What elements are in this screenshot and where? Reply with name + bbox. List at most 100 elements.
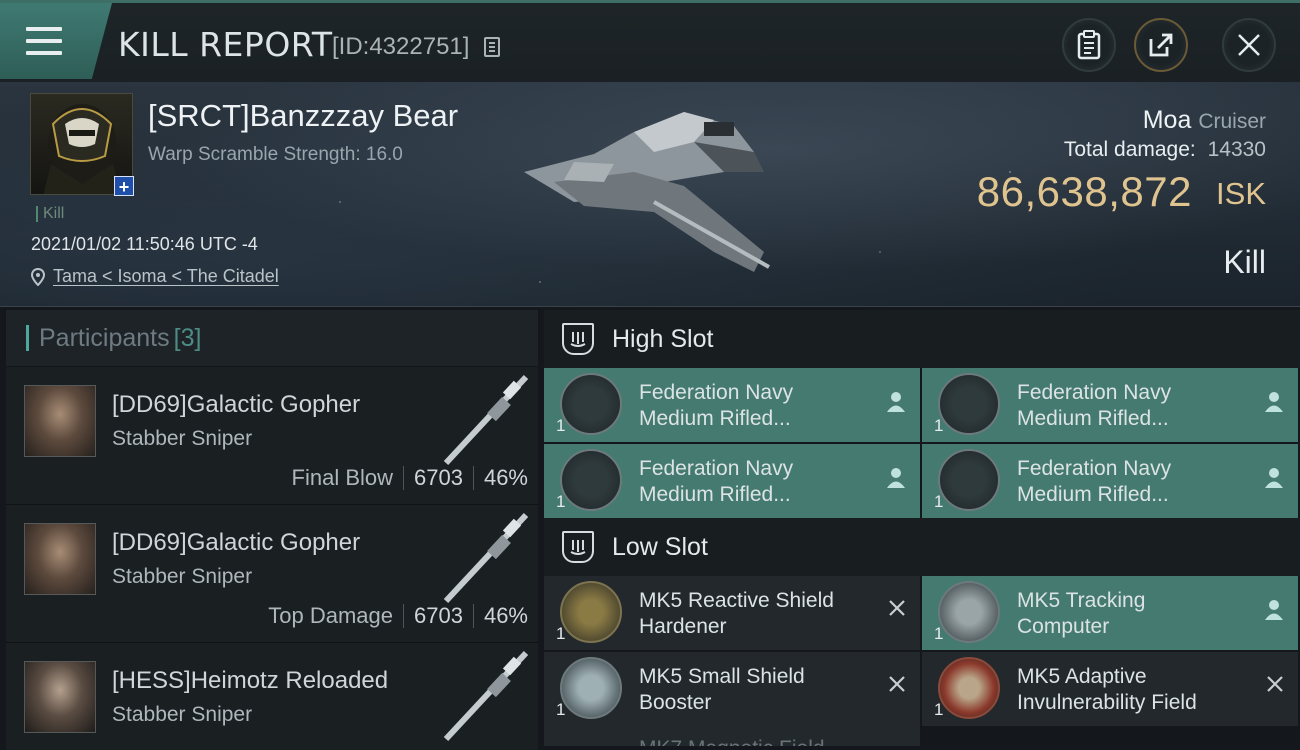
location-link[interactable]: Tama < Isoma < The Citadel: [53, 266, 279, 287]
participant-name: [DD69]Galactic Gopher: [112, 391, 361, 418]
copy-icon[interactable]: [484, 37, 500, 57]
shield-hardener-icon: [560, 581, 622, 643]
turret-icon: [938, 449, 1000, 511]
victim-name[interactable]: [SRCT]Banzzzay Bear: [148, 98, 458, 134]
warp-scramble-strength: Warp Scramble Strength: 16.0: [148, 144, 403, 165]
participants-header: Participants [3]: [6, 310, 538, 367]
ship-class: Cruiser: [1198, 110, 1266, 133]
top-bar: KILL REPORT [ID:4322751]: [0, 0, 1300, 82]
participant-stats: Top Damage 6703 46%: [268, 603, 528, 629]
destroyed-x-icon: [1267, 676, 1283, 692]
dropped-person-icon: [1265, 600, 1283, 620]
module-name: Federation Navy Medium Rifled...: [1017, 381, 1172, 430]
ship-render: [524, 112, 770, 272]
header-accent-bar: [26, 325, 29, 351]
module-item[interactable]: 1 MK5 Tracking Computer: [922, 576, 1298, 650]
clipboard-icon: [1077, 30, 1101, 60]
tracking-computer-icon: [938, 581, 1000, 643]
module-qty: 1: [556, 700, 566, 719]
shield-booster-icon: [560, 657, 622, 719]
participant-row[interactable]: [DD69]Galactic Gopher Stabber Sniper Fin…: [6, 367, 538, 505]
dropped-person-icon: [887, 468, 905, 488]
module-item-partial[interactable]: MK7 Magnetic Field: [544, 726, 920, 746]
module-item[interactable]: 1 Federation Navy Medium Rifled...: [544, 368, 920, 442]
isk-unit: ISK: [1216, 176, 1266, 211]
dropped-person-icon: [887, 392, 905, 412]
kill-datetime: 2021/01/02 11:50:46 UTC -4: [31, 234, 258, 254]
module-qty: 1: [934, 416, 944, 435]
module-qty: 1: [934, 700, 944, 719]
participant-avatar[interactable]: [24, 661, 96, 733]
result-label: Kill: [1223, 244, 1266, 280]
module-item[interactable]: 1 MK5 Reactive Shield Hardener: [544, 576, 920, 650]
module-qty: 1: [934, 492, 944, 511]
victim-banner: + [SRCT]Banzzzay Bear Warp Scramble Stre…: [0, 82, 1300, 307]
module-qty: 1: [556, 416, 566, 435]
module-qty: 1: [934, 624, 944, 643]
module-name: Federation Navy Medium Rifled...: [639, 381, 794, 430]
report-id: [ID:4322751]: [332, 33, 470, 60]
participant-stats: Final Blow 6703 46%: [292, 465, 528, 491]
share-icon: [1149, 33, 1173, 57]
invulnerability-field-icon: [938, 657, 1000, 719]
module-name: MK5 Tracking Computer: [1017, 589, 1146, 638]
location-pin-icon: [31, 267, 45, 286]
participant-damage: 6703: [414, 603, 463, 628]
module-qty: 1: [556, 624, 566, 643]
module-item[interactable]: 1 Federation Navy Medium Rifled...: [922, 368, 1298, 442]
participants-count: [3]: [173, 323, 202, 352]
fitting-panel: High Slot 1 Federation Navy Medium Rifled…: [544, 310, 1300, 750]
divider: [403, 466, 404, 490]
hamburger-icon: [26, 27, 62, 55]
kill-tag: Kill: [36, 206, 64, 222]
module-name: MK5 Small Shield Booster: [639, 665, 805, 714]
module-item[interactable]: 1 MK5 Adaptive Invulnerability Field: [922, 652, 1298, 726]
total-damage-label: Total damage:: [1063, 138, 1196, 161]
participants-panel: Participants [3] [DD69]Galactic Gopher S…: [6, 310, 538, 750]
module-item[interactable]: 1 MK5 Small Shield Booster: [544, 652, 920, 726]
participant-percent: 46%: [483, 465, 528, 490]
participant-row[interactable]: [DD69]Galactic Gopher Stabber Sniper Top…: [6, 505, 538, 643]
participant-avatar[interactable]: [24, 385, 96, 457]
module-item[interactable]: 1 Federation Navy Medium Rifled...: [922, 444, 1298, 518]
close-button[interactable]: [1222, 18, 1276, 72]
weapon-icon: [443, 512, 529, 604]
divider: [403, 604, 404, 628]
low-slot-title: Low Slot: [612, 532, 708, 561]
low-slot-icon: [562, 531, 594, 563]
isk-value: 86,638,872: [976, 168, 1192, 215]
module-item[interactable]: 1 Federation Navy Medium Rifled...: [544, 444, 920, 518]
kill-location[interactable]: Tama < Isoma < The Citadel: [31, 266, 279, 287]
divider: [472, 466, 474, 490]
weapon-icon: [443, 374, 529, 466]
low-slot-modules: 1 MK5 Reactive Shield Hardener 1 MK5 Trac…: [544, 576, 1300, 726]
module-name: MK5 Adaptive Invulnerability Field: [1017, 665, 1197, 714]
clipboard-button[interactable]: [1062, 18, 1116, 72]
page-title: KILL REPORT: [118, 25, 333, 64]
participant-row[interactable]: [HESS]Heimotz Reloaded Stabber Sniper: [6, 643, 538, 750]
close-icon: [1238, 34, 1260, 56]
divider: [472, 604, 474, 628]
participant-ship: Stabber Sniper: [112, 703, 253, 726]
total-damage: Total damage: 14330: [1064, 138, 1266, 162]
module-name: MK7 Magnetic Field: [639, 736, 879, 746]
participant-ship: Stabber Sniper: [112, 427, 253, 450]
menu-button[interactable]: [0, 3, 112, 79]
participant-name: [DD69]Galactic Gopher: [112, 529, 361, 556]
destroyed-x-icon: [889, 676, 905, 692]
participant-damage: 6703: [414, 465, 463, 490]
participant-tag: Top Damage: [268, 603, 393, 628]
module-name: Federation Navy Medium Rifled...: [639, 457, 794, 506]
participant-name: [HESS]Heimotz Reloaded: [112, 667, 389, 694]
dropped-person-icon: [1265, 392, 1283, 412]
total-damage-value: 14330: [1207, 138, 1266, 161]
add-contact-badge[interactable]: +: [114, 176, 134, 197]
turret-icon: [938, 373, 1000, 435]
module-name: Federation Navy Medium Rifled...: [1017, 457, 1172, 506]
participant-avatar[interactable]: [24, 523, 96, 595]
ship-info[interactable]: Moa Cruiser: [1143, 106, 1266, 135]
participant-tag: Final Blow: [291, 465, 393, 490]
turret-icon: [560, 373, 622, 435]
share-button[interactable]: [1134, 18, 1188, 72]
high-slot-header: High Slot: [544, 310, 1300, 368]
